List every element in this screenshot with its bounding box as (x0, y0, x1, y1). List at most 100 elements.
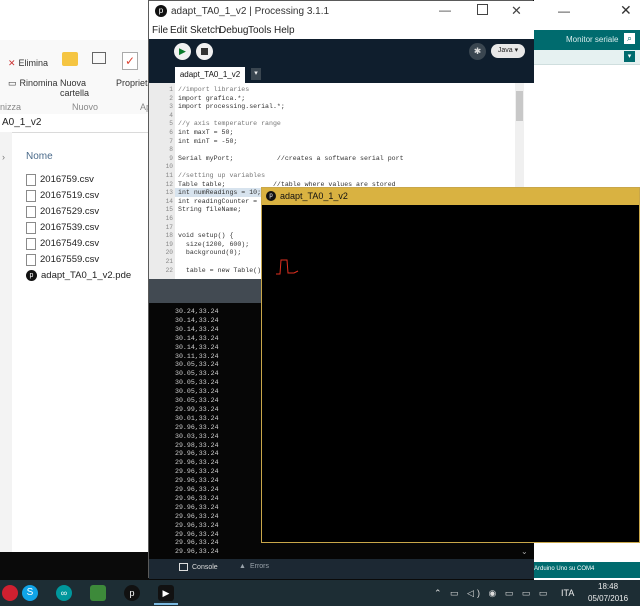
console-line: 30.14,33.24 (175, 316, 219, 324)
file-row[interactable]: 20167559.csv (26, 252, 99, 267)
group-label-organize: nizza (0, 102, 22, 112)
rename-icon: ▭ (8, 78, 17, 88)
arduino-toolbar: Monitor seriale ⌕ (534, 30, 640, 50)
stop-icon (201, 48, 208, 55)
properties-icon: ✓ (122, 52, 138, 70)
tab-errors[interactable]: ▲ Errors (239, 563, 269, 570)
code-line: background(0); (178, 249, 242, 257)
active-indicator (154, 603, 178, 605)
csv-file-icon (26, 253, 36, 266)
console-line: 29.98,33.24 (175, 441, 219, 449)
run-button[interactable]: ▶ (174, 43, 191, 60)
mode-selector[interactable]: Java ▾ (491, 44, 525, 58)
close-icon[interactable]: ✕ (620, 2, 632, 19)
arduino-icon[interactable]: ∞ (56, 585, 72, 601)
skype-icon[interactable]: S (22, 585, 38, 601)
file-name: 20167529.csv (40, 206, 100, 217)
processing-logo-icon: p (155, 5, 167, 17)
console-tabbar: Console ▲ Errors (149, 559, 534, 579)
app-icon[interactable] (2, 585, 18, 601)
file-row[interactable]: 20167549.csv (26, 236, 99, 251)
menu-debug[interactable]: Debug (219, 25, 248, 36)
file-name: 20167519.csv (40, 190, 100, 201)
file-explorer-window: ✕ Elimina ▭ Rinomina Nuova cartella ✓ Pr… (0, 0, 156, 552)
arduino-statusbar: Arduino Uno su COM4 (534, 562, 640, 578)
console-line: 30.05,33.24 (175, 397, 219, 404)
navigation-pane[interactable]: › (0, 132, 12, 552)
tab-menu-button[interactable]: ▾ (251, 68, 261, 80)
chevron-down-icon[interactable]: ⌄ (521, 547, 528, 556)
menu-tools[interactable]: Tools (248, 25, 271, 36)
console-line: 29.96,33.24 (175, 530, 219, 538)
tab-console[interactable]: Console (179, 563, 218, 571)
console-line: 29.96,33.24 (175, 512, 219, 520)
code-line: String fileName; (178, 206, 242, 214)
file-row[interactable]: 2016759.csv (26, 172, 94, 187)
clock-date[interactable]: 05/07/2016 (588, 594, 628, 603)
csv-file-icon (26, 189, 36, 202)
console-line: 29.96,33.24 (175, 494, 219, 502)
menu-edit[interactable]: Edit (170, 25, 187, 36)
file-row[interactable]: p adapt_TA0_1_v2.pde (26, 268, 131, 283)
delete-icon: ✕ (8, 58, 16, 68)
new-folder-button[interactable]: Nuova cartella (60, 78, 90, 98)
code-line: int minT = -50; (178, 137, 238, 145)
file-name: 20167539.csv (40, 222, 100, 233)
sketch-titlebar: p adapt_TA0_1_v2 (262, 188, 639, 205)
clock-time[interactable]: 18:48 (598, 582, 618, 591)
console-line: 30.14,33.24 (175, 334, 219, 342)
language-indicator[interactable]: ITA (561, 588, 574, 598)
minimize-button[interactable]: — (439, 3, 451, 17)
csv-file-icon (26, 221, 36, 234)
address-bar[interactable]: A0_1_v2 (0, 114, 150, 133)
window-title: adapt_TA0_1_v2 | Processing 3.1.1 (171, 6, 330, 17)
rename-button[interactable]: ▭ Rinomina (8, 78, 58, 89)
processing-logo-icon: p (266, 191, 276, 201)
console-line: 29.96,33.24 (175, 503, 219, 511)
warning-icon: ▲ (239, 563, 246, 570)
menu-sketch[interactable]: Sketch (190, 25, 221, 36)
system-tray-icons[interactable]: ⌃ ▭ ◁) ◉ ▭ ▭ ▭ (434, 588, 550, 599)
explorer-titlebar (0, 0, 152, 40)
column-header-name[interactable]: Nome (0, 148, 150, 166)
serial-monitor-button[interactable]: ⌕ (624, 33, 635, 44)
processing-taskbar-icon[interactable]: p (124, 585, 140, 601)
debugger-button[interactable]: ✱ (469, 43, 486, 60)
file-name: 2016759.csv (40, 174, 94, 185)
editor-tabbar: adapt_TA0_1_v2 ▾ (149, 65, 534, 83)
maximize-button[interactable] (477, 4, 488, 15)
serial-monitor-label: Monitor seriale (566, 35, 619, 44)
file-row[interactable]: 20167529.csv (26, 204, 99, 219)
file-row[interactable]: 20167519.csv (26, 188, 99, 203)
editor-scroll-thumb[interactable] (516, 91, 523, 121)
close-button[interactable]: ✕ (511, 3, 522, 19)
sketch-taskbar-icon[interactable]: ▶ (158, 585, 174, 601)
console-line: 29.96,33.24 (175, 459, 219, 467)
console-line: 29.96,33.24 (175, 486, 219, 493)
console-line: 30.24,33.24 (175, 308, 219, 315)
console-line: 29.96,33.24 (175, 477, 219, 485)
menu-bar: File Edit Sketch Debug Tools Help (149, 23, 534, 39)
console-line: 30.05,33.24 (175, 379, 219, 387)
stop-button[interactable] (196, 43, 213, 60)
console-line: 30.05,33.24 (175, 361, 219, 369)
console-line: 29.96,33.24 (175, 468, 219, 476)
tab-sketch[interactable]: adapt_TA0_1_v2 (175, 67, 245, 83)
minimize-icon[interactable]: — (558, 4, 570, 18)
processing-file-icon: p (26, 270, 37, 281)
app-icon-green[interactable] (90, 585, 106, 601)
delete-button[interactable]: ✕ Elimina (8, 58, 48, 69)
line-number: 22 (165, 266, 173, 274)
tab-menu-button[interactable]: ▾ (624, 51, 635, 62)
console-line: 30.05,33.24 (175, 370, 219, 378)
plot-line (276, 259, 299, 275)
menu-file[interactable]: File (152, 25, 168, 36)
file-name: 20167549.csv (40, 238, 100, 249)
new-item-icon[interactable] (92, 52, 106, 64)
arduino-tabbar: ▾ (534, 50, 640, 65)
console-line: 29.96,33.24 (175, 548, 219, 556)
menu-help[interactable]: Help (274, 25, 295, 36)
console-line: 29.96,33.24 (175, 539, 219, 547)
file-row[interactable]: 20167539.csv (26, 220, 99, 235)
console-icon (179, 563, 188, 571)
